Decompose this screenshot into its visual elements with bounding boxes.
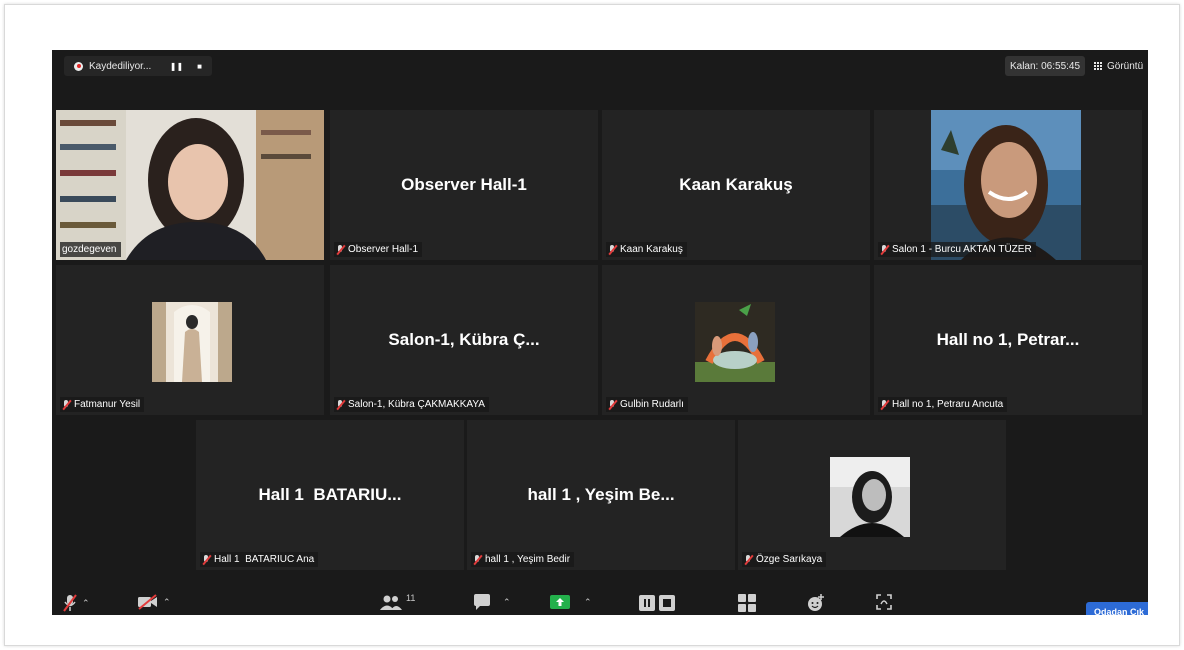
view-button[interactable]: Görüntü [1094,56,1143,76]
recording-indicator: Kaydediliyor... ❚❚ ■ [64,56,212,76]
profile-photo [152,302,232,382]
participant-display-name: Observer Hall-1 [401,175,527,194]
pause-recording-button[interactable]: ❚❚ [170,62,183,71]
chevron-up-icon[interactable]: ⌃ [584,597,592,608]
record-icon [74,61,83,71]
muted-mic-icon [880,244,889,255]
muted-mic-icon [336,244,345,255]
pause-stop-recording-icon [639,595,675,611]
share-screen-icon [550,595,570,609]
participant-label: Hall 1 BATARIUC Ana [200,552,319,567]
muted-mic-icon [63,594,77,612]
meeting-window: Kaydediliyor... ❚❚ ■ Kalan: 06:55:45 Gör… [52,50,1148,615]
participant-tile[interactable]: Fatmanur Yesil [56,265,324,415]
chevron-up-icon[interactable]: ⌃ [503,597,511,608]
chevron-up-icon[interactable]: ⌃ [163,597,171,608]
participant-display-name: Kaan Karakuş [679,175,793,194]
participant-tile[interactable]: Hall no 1, Petrar... Hall no 1, Petraru … [874,265,1142,415]
share-screen-control[interactable]: ⌃ [550,594,592,610]
leave-room-button[interactable]: Odadan Çık [1086,602,1148,615]
unmute-control[interactable]: ⌃ [62,594,90,612]
participant-label: Salon 1 - Burcu AKTAN TÜZER [878,242,1036,257]
participants-icon [380,595,402,610]
record-control[interactable] [638,594,678,612]
participant-tile[interactable]: Özge Sarıkaya [738,420,1006,570]
breakout-rooms-button[interactable] [738,594,756,612]
participant-label: Fatmanur Yesil [60,397,145,412]
muted-mic-icon [880,399,889,410]
chat-icon [474,594,490,610]
participant-label: Gulbin Rudarlı [606,397,688,412]
participant-tile[interactable]: Gulbin Rudarlı [602,265,870,415]
remaining-time: Kalan: 06:55:45 [1005,56,1085,76]
muted-mic-icon [62,399,71,410]
participant-tile[interactable]: Kaan Karakuş Kaan Karakuş [602,110,870,260]
profile-photo [695,302,775,382]
participant-tile[interactable]: Hall 1 BATARIU... Hall 1 BATARIUC Ana [196,420,464,570]
participant-label: Hall no 1, Petraru Ancuta [878,397,1008,412]
muted-mic-icon [744,554,753,565]
reactions-button[interactable] [807,594,825,612]
view-label: Görüntü [1107,60,1144,72]
participant-tile[interactable]: Salon-1, Kübra Ç... Salon-1, Kübra ÇAKMA… [330,265,598,415]
participant-tile[interactable]: gozdegeven [56,110,324,260]
participant-display-name: Hall no 1, Petrar... [936,330,1080,349]
participant-tile[interactable]: Observer Hall-1 Observer Hall-1 [330,110,598,260]
muted-mic-icon [202,554,211,565]
muted-mic-icon [336,399,345,410]
apps-icon [876,594,892,610]
participants-count: 11 [406,593,416,603]
grid-view-icon [1094,62,1102,70]
start-video-control[interactable]: ⌃ [137,594,171,610]
profile-photo [830,457,910,537]
stop-recording-button[interactable]: ■ [197,62,202,71]
apps-button[interactable] [876,594,892,610]
participant-display-name: Hall 1 BATARIU... [258,485,402,504]
chevron-up-icon[interactable]: ⌃ [82,598,90,609]
participant-video [56,110,324,260]
participant-label: Observer Hall-1 [334,242,423,257]
video-off-icon [138,594,157,610]
recording-label: Kaydediliyor... [89,60,152,72]
muted-mic-icon [608,244,617,255]
muted-mic-icon [473,554,482,565]
participant-label: hall 1 , Yeşim Bedir [471,552,575,567]
participant-display-name: Salon-1, Kübra Ç... [388,330,540,349]
participant-label: gozdegeven [60,242,121,257]
screenshot-frame: Kaydediliyor... ❚❚ ■ Kalan: 06:55:45 Gör… [4,4,1180,646]
breakout-rooms-icon [738,594,756,612]
reactions-icon [808,594,824,611]
participant-label: Kaan Karakuş [606,242,687,257]
profile-photo [931,110,1081,260]
participant-label: Salon-1, Kübra ÇAKMAKKAYA [334,397,489,412]
chat-control[interactable]: ⌃ [473,594,511,610]
muted-mic-icon [608,399,617,410]
participant-label: Özge Sarıkaya [742,552,827,567]
participant-tile[interactable]: hall 1 , Yeşim Be... hall 1 , Yeşim Bedi… [467,420,735,570]
participants-button[interactable]: 11 [380,593,416,610]
participant-tile[interactable]: Salon 1 - Burcu AKTAN TÜZER [874,110,1142,260]
participant-display-name: hall 1 , Yeşim Be... [527,485,675,504]
